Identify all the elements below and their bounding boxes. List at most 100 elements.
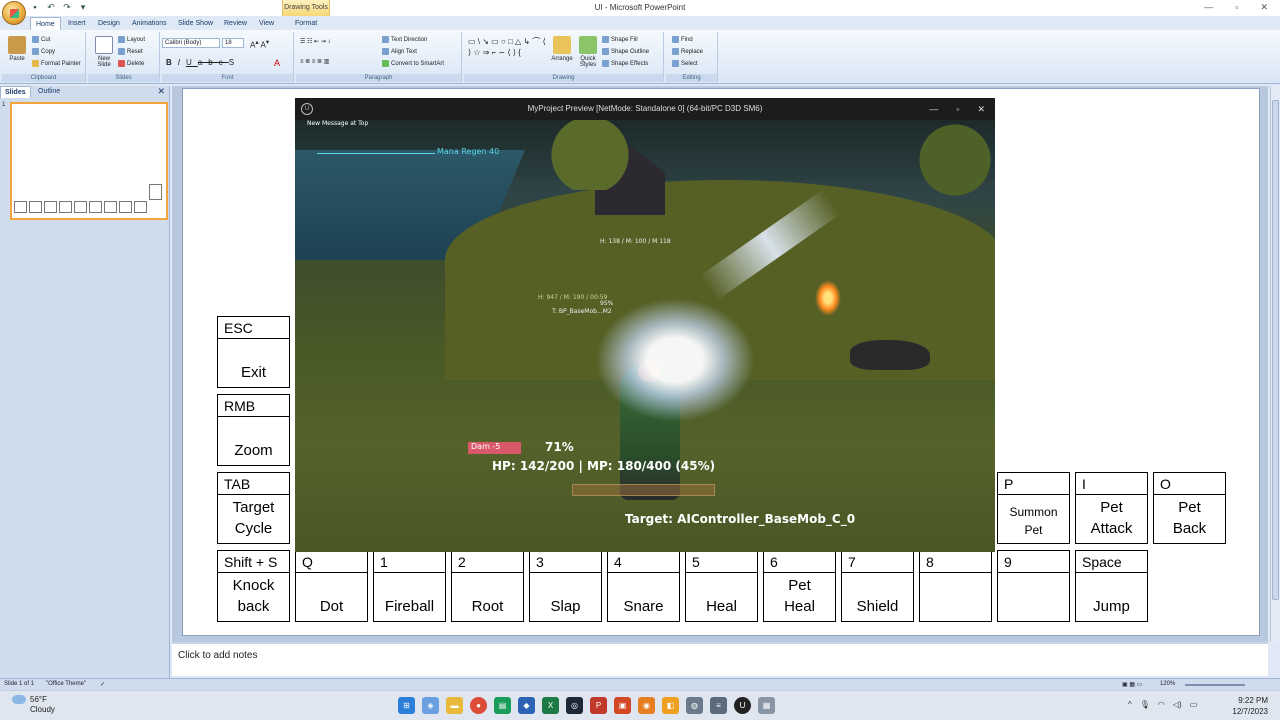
app-icon[interactable]: ◍ [686, 697, 703, 714]
tab-slides[interactable]: Slides [0, 86, 31, 98]
app-icon[interactable]: ▤ [494, 697, 511, 714]
tab-view[interactable]: View [254, 17, 279, 30]
close-icon[interactable]: ✕ [1260, 2, 1268, 13]
blender-icon[interactable]: ◉ [638, 697, 655, 714]
shape-outline-button[interactable]: Shape Outline [602, 48, 649, 55]
convert-smartart-button[interactable]: Convert to SmartArt [382, 60, 444, 67]
tab-review[interactable]: Review [219, 17, 252, 30]
chrome-icon[interactable]: ● [470, 697, 487, 714]
font-size-combo[interactable]: 18 [222, 38, 244, 48]
office-button[interactable] [2, 1, 26, 25]
app-icon[interactable]: ◧ [662, 697, 679, 714]
microphone-icon[interactable]: 🎙 [1140, 700, 1150, 709]
key-box-5[interactable]: 5 Heal [685, 550, 758, 622]
maximize-icon[interactable]: ▫ [956, 98, 959, 120]
arrange-button[interactable]: Arrange [550, 36, 574, 62]
key-box-esc[interactable]: ESC Exit [217, 316, 290, 388]
steam-icon[interactable]: ◎ [566, 697, 583, 714]
minimize-icon[interactable]: — [1204, 2, 1213, 13]
enemy-status: H: 947 / M: 190 / 00:59 [538, 294, 608, 301]
tab-insert[interactable]: Insert [63, 17, 91, 30]
tab-design[interactable]: Design [93, 17, 125, 30]
file-explorer-icon[interactable]: ▬ [446, 697, 463, 714]
tab-outline[interactable]: Outline [34, 86, 64, 98]
key-box-o[interactable]: O Pet Back [1153, 472, 1226, 544]
unreal-engine-icon[interactable]: U [734, 697, 751, 714]
key-box-3[interactable]: 3 Slap [529, 550, 602, 622]
quick-styles-button[interactable]: Quick Styles [576, 36, 600, 68]
app-icon[interactable]: ▣ [614, 697, 631, 714]
key-box-i[interactable]: I Pet Attack [1075, 472, 1148, 544]
game-preview-window[interactable]: U MyProject Preview [NetMode: Standalone… [295, 98, 995, 552]
key-box-8[interactable]: 8 [919, 550, 992, 622]
key-box-6[interactable]: 6 Pet Heal [763, 550, 836, 622]
shapes-gallery[interactable]: ▭ \ ↘ ▭ ○ □ △ ↳ ⌒ ⟨ ⟩ ☆ ⇒ ⌐ ∽ ⟨ ⟩ { [468, 36, 548, 58]
close-pane-icon[interactable]: ✕ [157, 86, 165, 97]
text-direction-button[interactable]: Text Direction [382, 36, 427, 43]
spellcheck-icon[interactable]: ✓ [100, 681, 105, 688]
font-name-combo[interactable]: Calibri (Body) [162, 38, 220, 48]
font-color-icon[interactable]: A [274, 58, 280, 68]
widgets-icon[interactable]: ◈ [422, 697, 439, 714]
zoom-level[interactable]: 120% [1160, 681, 1175, 687]
align-text-button[interactable]: Align Text [382, 48, 417, 55]
delete-button[interactable]: Delete [118, 60, 144, 67]
game-viewport[interactable]: New Message at Top Mana Regen 40 H: 138 … [295, 120, 995, 552]
shape-effects-button[interactable]: Shape Effects [602, 60, 648, 67]
clock[interactable]: 9:22 PM 12/7/2023 [1232, 695, 1268, 717]
font-format-buttons[interactable]: BIUabcS [166, 58, 240, 67]
key-box-rmb[interactable]: RMB Zoom [217, 394, 290, 466]
view-buttons-icon[interactable]: ▣ ▦ ▭ [1122, 681, 1142, 688]
cut-button[interactable]: Cut [32, 36, 50, 43]
key-box-p[interactable]: P Summon Pet [997, 472, 1070, 544]
new-slide-button[interactable]: New Slide [92, 36, 116, 68]
key-box-shift-s[interactable]: Shift + S Knock back [217, 550, 290, 622]
weather-widget[interactable]: 56°F Cloudy [12, 695, 55, 715]
vertical-scrollbar[interactable] [1270, 86, 1280, 642]
reset-button[interactable]: Reset [118, 48, 143, 55]
replace-button[interactable]: Replace [672, 48, 703, 55]
shape-fill-button[interactable]: Shape Fill [602, 36, 638, 43]
select-button[interactable]: Select [672, 60, 698, 67]
layout-button[interactable]: Layout [118, 36, 145, 43]
alignment-icons[interactable]: ≡ ≣ ≡ ≣ ▥ [300, 58, 329, 65]
scroll-thumb[interactable] [1272, 100, 1279, 600]
copy-button[interactable]: Copy [32, 48, 55, 55]
app-icon[interactable]: ▦ [758, 697, 775, 714]
notes-pane[interactable]: Click to add notes [172, 642, 1268, 676]
key-box-tab[interactable]: TAB Target Cycle [217, 472, 290, 544]
paste-button[interactable]: Paste [6, 36, 28, 62]
network-icon[interactable]: ◠ [1158, 700, 1165, 709]
volume-icon[interactable]: ◁) [1173, 700, 1182, 709]
key-box-7[interactable]: 7 Shield [841, 550, 914, 622]
tab-home[interactable]: Home [30, 17, 61, 30]
close-icon[interactable]: ✕ [977, 98, 985, 120]
windows-start-icon[interactable]: ⊞ [398, 697, 415, 714]
app-icon[interactable]: ≡ [710, 697, 727, 714]
zoom-slider[interactable] [1185, 684, 1245, 686]
maximize-icon[interactable]: ▫ [1235, 2, 1238, 13]
battery-icon[interactable]: ▭ [1190, 700, 1198, 709]
key-box-9[interactable]: 9 [997, 550, 1070, 622]
format-painter-button[interactable]: Format Painter [32, 60, 81, 67]
excel-icon[interactable]: X [542, 697, 559, 714]
security-icon[interactable]: ◆ [518, 697, 535, 714]
key-action: Target Cycle [232, 498, 275, 538]
bullets-icon[interactable]: ☰ ☷ ⇤ ⇥ ↕ [300, 38, 330, 45]
key-box-2[interactable]: 2 Root [451, 550, 524, 622]
powerpoint-icon[interactable]: P [590, 697, 607, 714]
key-box-4[interactable]: 4 Snare [607, 550, 680, 622]
find-button[interactable]: Find [672, 36, 693, 43]
tab-slide-show[interactable]: Slide Show [173, 17, 218, 30]
slide-thumbnail[interactable] [10, 102, 168, 220]
grow-font-icon[interactable]: A▴ A▾ [250, 38, 269, 50]
chevron-up-icon[interactable]: ^ [1128, 700, 1132, 709]
minimize-icon[interactable]: — [929, 98, 938, 120]
key-box-q[interactable]: Q Dot [295, 550, 368, 622]
select-icon [672, 60, 679, 67]
key-box-space[interactable]: Space Jump [1075, 550, 1148, 622]
tab-animations[interactable]: Animations [127, 17, 172, 30]
tab-format[interactable]: Format [290, 17, 322, 30]
key-box-1[interactable]: 1 Fireball [373, 550, 446, 622]
key-action: Slap [550, 598, 581, 616]
